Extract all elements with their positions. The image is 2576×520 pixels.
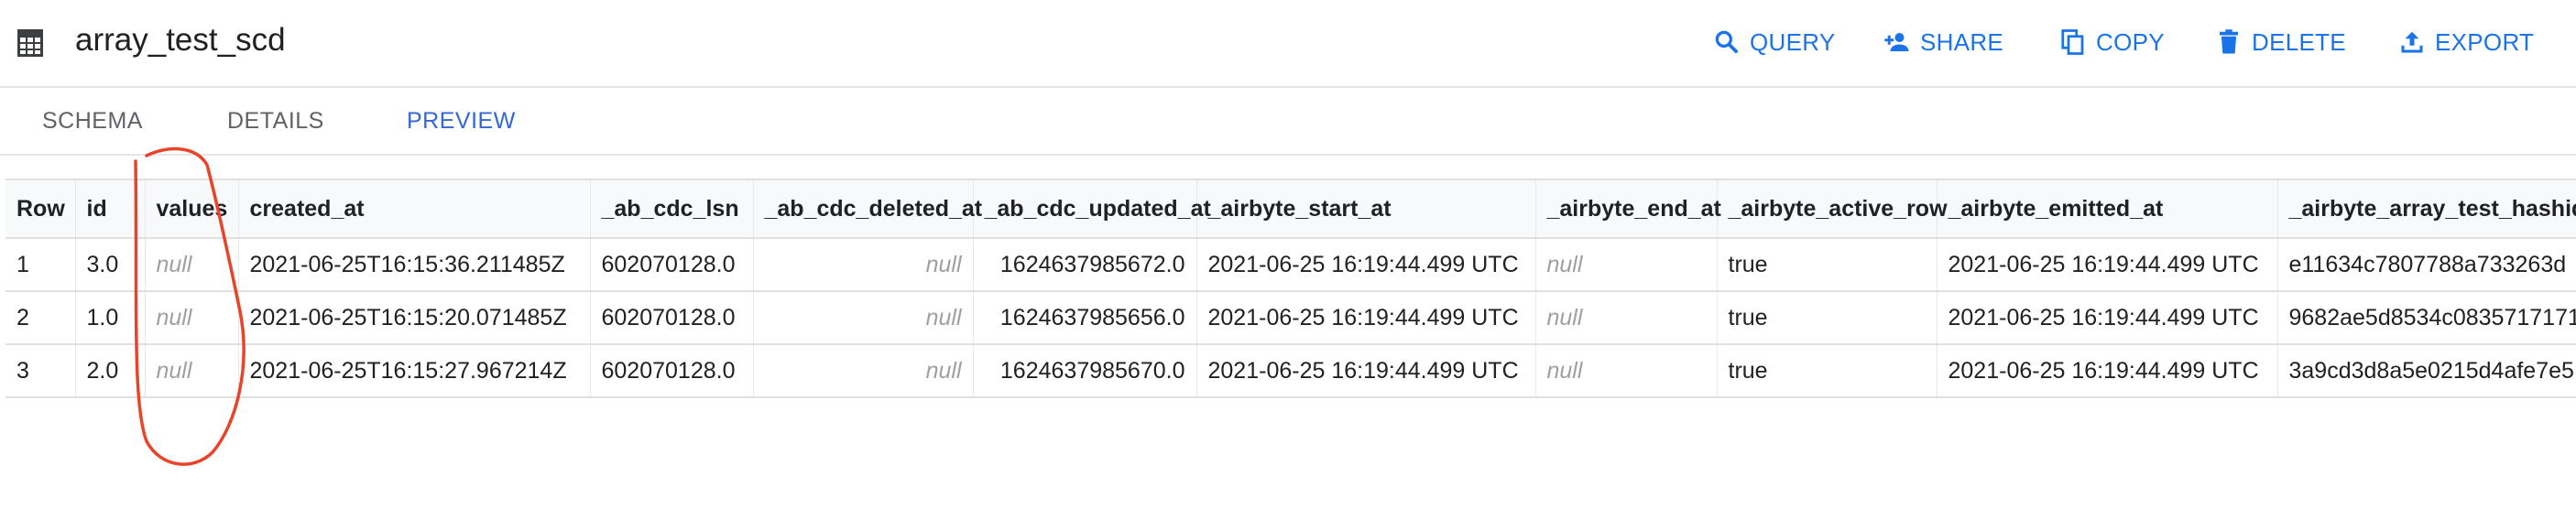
tab-preview[interactable]: PREVIEW — [407, 108, 516, 135]
table-row: 2 1.0 null 2021-06-25T16:15:20.071485Z 6… — [5, 291, 2576, 345]
preview-table: Row id values created_at _ab_cdc_lsn _ab… — [5, 180, 2576, 398]
column-header-created-at[interactable]: created_at — [238, 180, 591, 239]
cell-airbyte-emitted-at[interactable]: 2021-06-25 16:19:44.499 UTC — [1937, 344, 2278, 398]
column-header-values[interactable]: values — [145, 180, 239, 239]
export-button[interactable]: EXPORT — [2398, 24, 2534, 60]
header-row: Row id values created_at _ab_cdc_lsn _ab… — [5, 180, 2576, 239]
column-header-airbyte-active-row[interactable]: _airbyte_active_row — [1717, 180, 1948, 239]
cell-airbyte-start-at[interactable]: 2021-06-25 16:19:44.499 UTC — [1196, 291, 1536, 345]
cell-ab-cdc-updated-at[interactable]: 1624637985656.0 — [973, 291, 1197, 345]
table-header-bar: array_test_scd QUERY SHARE COPY DELETE E… — [0, 0, 2576, 88]
cell-id[interactable]: 2.0 — [75, 344, 146, 398]
copy-label: COPY — [2096, 27, 2165, 56]
cell-airbyte-end-at[interactable]: null — [1535, 291, 1718, 345]
tab-details[interactable]: DETAILS — [227, 108, 324, 135]
cell-ab-cdc-deleted-at[interactable]: null — [753, 291, 974, 345]
cell-airbyte-end-at[interactable]: null — [1535, 238, 1718, 292]
query-label: QUERY — [1750, 27, 1836, 56]
delete-label: DELETE — [2252, 27, 2346, 56]
cell-id[interactable]: 1.0 — [75, 291, 146, 345]
table-row: 3 2.0 null 2021-06-25T16:15:27.967214Z 6… — [5, 344, 2576, 398]
delete-button[interactable]: DELETE — [2215, 24, 2346, 60]
cell-values[interactable]: null — [145, 238, 239, 292]
cell-id[interactable]: 3.0 — [75, 238, 146, 292]
cell-row[interactable]: 1 — [5, 238, 76, 292]
cell-ab-cdc-lsn[interactable]: 602070128.0 — [590, 291, 754, 345]
column-header-airbyte-end-at[interactable]: _airbyte_end_at — [1535, 180, 1721, 239]
page-title: array_test_scd — [75, 22, 286, 58]
cell-airbyte-active-row[interactable]: true — [1717, 238, 1937, 292]
trash-icon — [2220, 29, 2238, 54]
tab-schema[interactable]: SCHEMA — [42, 108, 143, 135]
cell-ab-cdc-lsn[interactable]: 602070128.0 — [590, 238, 754, 292]
search-icon — [1715, 30, 1739, 54]
cell-values[interactable]: null — [145, 291, 239, 345]
cell-created-at[interactable]: 2021-06-25T16:15:20.071485Z — [238, 291, 591, 345]
cell-ab-cdc-updated-at[interactable]: 1624637985670.0 — [973, 344, 1197, 398]
cell-created-at[interactable]: 2021-06-25T16:15:36.211485Z — [238, 238, 591, 292]
share-button[interactable]: SHARE — [1883, 24, 2003, 60]
column-header-airbyte-start-at[interactable]: _airbyte_start_at — [1196, 180, 1536, 239]
tab-bar: SCHEMA DETAILS PREVIEW — [0, 88, 2576, 156]
column-header-row[interactable]: Row — [5, 180, 76, 239]
column-header-airbyte-array-test-hashid[interactable]: _airbyte_array_test_hashid — [2277, 180, 2576, 239]
cell-airbyte-active-row[interactable]: true — [1717, 344, 1937, 398]
copy-icon — [2061, 29, 2084, 55]
cell-airbyte-start-at[interactable]: 2021-06-25 16:19:44.499 UTC — [1196, 238, 1536, 292]
cell-airbyte-active-row[interactable]: true — [1717, 291, 1937, 345]
cell-created-at[interactable]: 2021-06-25T16:15:27.967214Z — [238, 344, 591, 398]
column-header-ab-cdc-deleted-at[interactable]: _ab_cdc_deleted_at — [753, 180, 982, 239]
cell-row[interactable]: 2 — [5, 291, 76, 345]
copy-button[interactable]: COPY — [2059, 24, 2165, 60]
preview-table-container[interactable]: Row id values created_at _ab_cdc_lsn _ab… — [5, 179, 2576, 400]
column-header-id[interactable]: id — [75, 180, 146, 239]
column-header-ab-cdc-updated-at[interactable]: _ab_cdc_updated_at — [973, 180, 1211, 239]
table-row: 1 3.0 null 2021-06-25T16:15:36.211485Z 6… — [5, 238, 2576, 292]
cell-values[interactable]: null — [145, 344, 239, 398]
export-label: EXPORT — [2435, 27, 2535, 56]
cell-airbyte-emitted-at[interactable]: 2021-06-25 16:19:44.499 UTC — [1937, 291, 2278, 345]
cell-ab-cdc-lsn[interactable]: 602070128.0 — [590, 344, 754, 398]
cell-ab-cdc-deleted-at[interactable]: null — [753, 238, 974, 292]
table-icon — [17, 29, 43, 57]
cell-airbyte-emitted-at[interactable]: 2021-06-25 16:19:44.499 UTC — [1937, 238, 2278, 292]
cell-airbyte-start-at[interactable]: 2021-06-25 16:19:44.499 UTC — [1196, 344, 1536, 398]
cell-ab-cdc-updated-at[interactable]: 1624637985672.0 — [973, 238, 1197, 292]
query-button[interactable]: QUERY — [1713, 24, 1836, 60]
cell-row[interactable]: 3 — [5, 344, 76, 398]
person-add-icon — [1884, 33, 1909, 51]
upload-icon — [2401, 31, 2423, 53]
share-label: SHARE — [1920, 27, 2004, 56]
cell-airbyte-array-test-hashid[interactable]: e11634c7807788a733263d — [2277, 238, 2576, 292]
cell-airbyte-end-at[interactable]: null — [1535, 344, 1718, 398]
cell-airbyte-array-test-hashid[interactable]: 3a9cd3d8a5e0215d4afe7e5 — [2277, 344, 2576, 398]
column-header-ab-cdc-lsn[interactable]: _ab_cdc_lsn — [590, 180, 754, 239]
cell-ab-cdc-deleted-at[interactable]: null — [753, 344, 974, 398]
cell-airbyte-array-test-hashid[interactable]: 9682ae5d8534c0835717171 — [2277, 291, 2576, 345]
column-header-airbyte-emitted-at[interactable]: _airbyte_emitted_at — [1937, 180, 2278, 239]
